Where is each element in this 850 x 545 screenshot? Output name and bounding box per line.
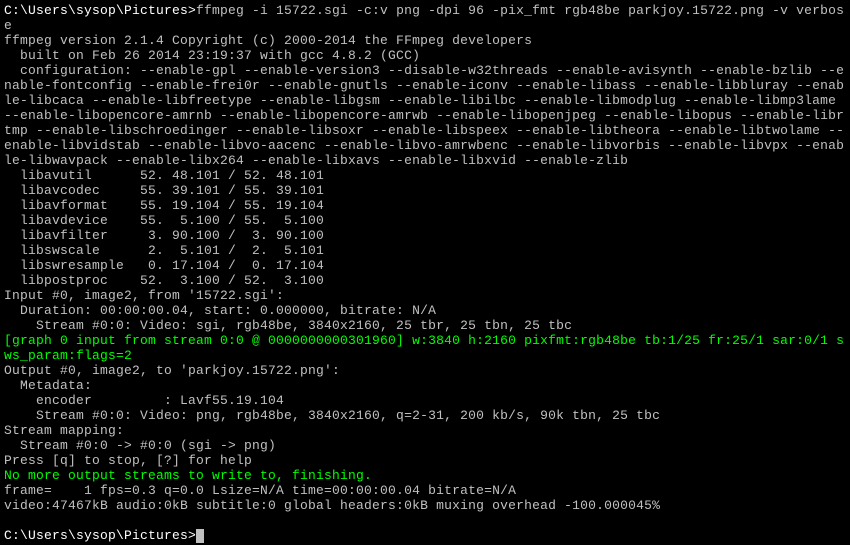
cursor xyxy=(196,529,204,543)
terminal-output[interactable]: C:\Users\sysop\Pictures>ffmpeg -i 15722.… xyxy=(0,0,850,545)
